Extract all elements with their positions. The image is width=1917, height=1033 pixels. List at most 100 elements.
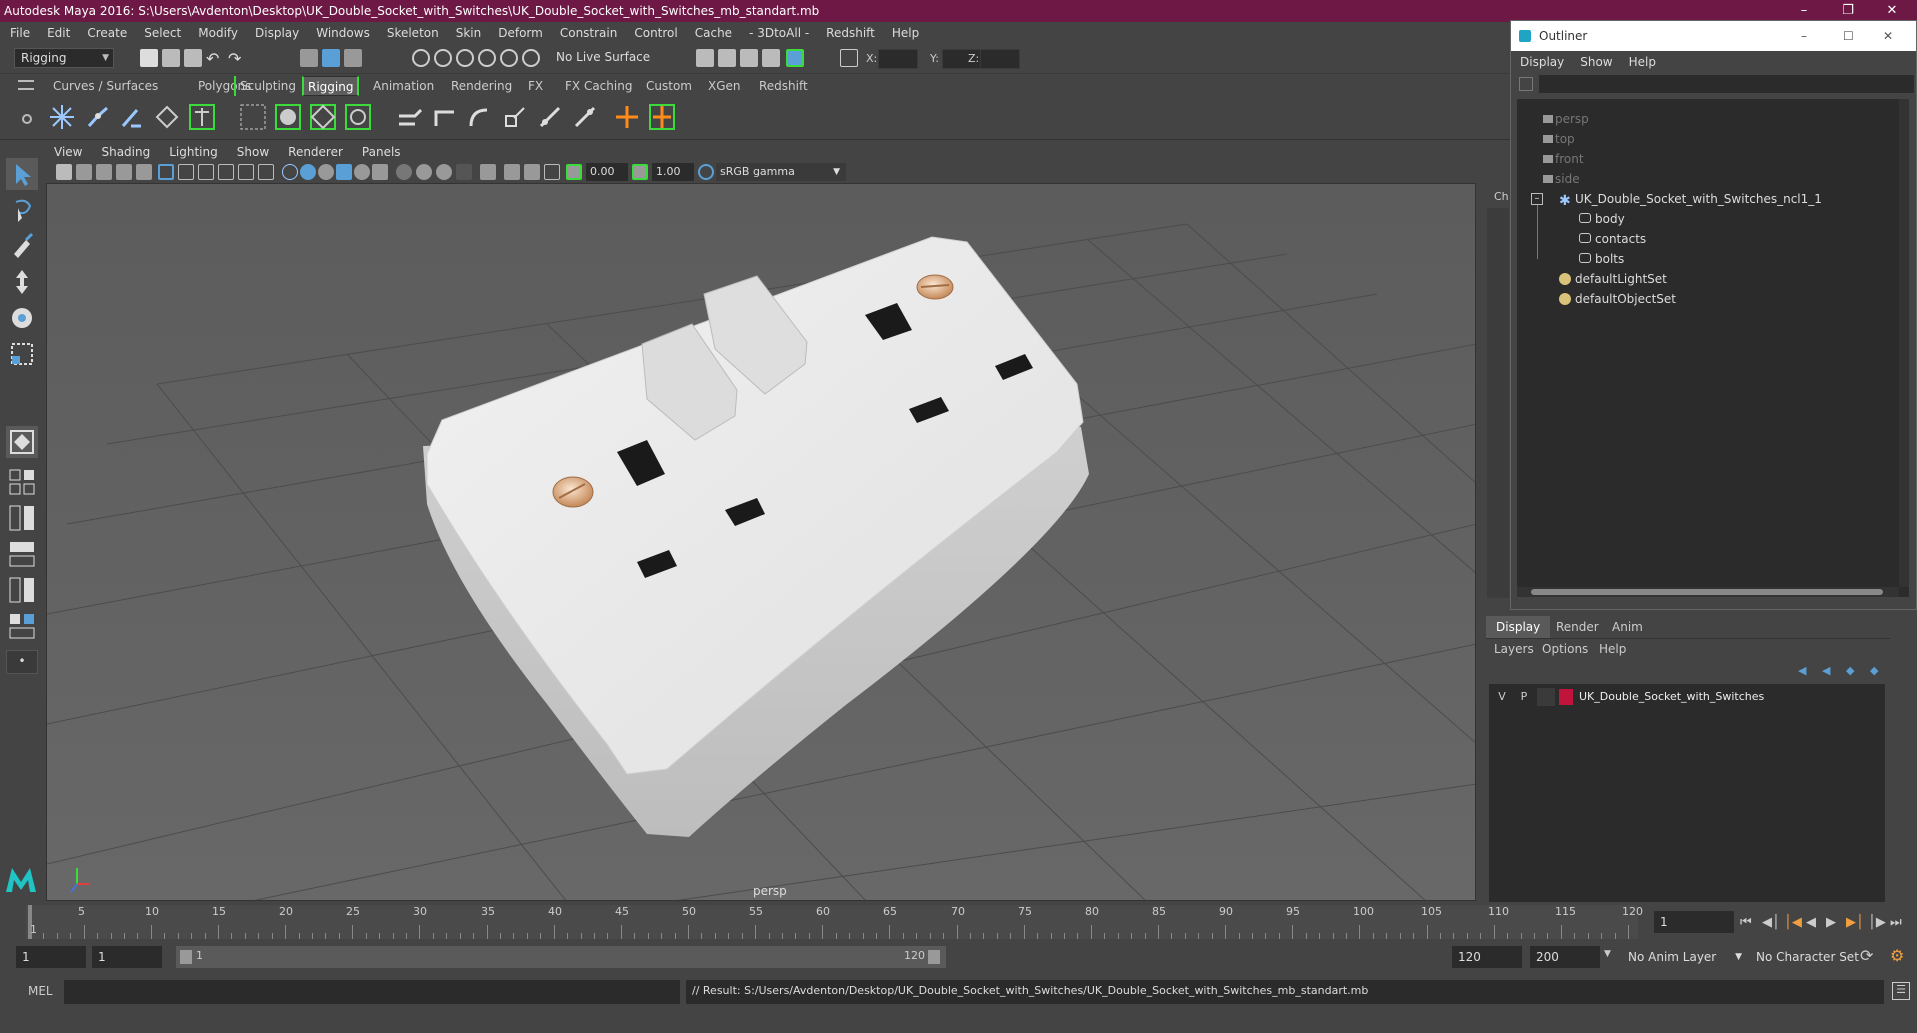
time-ticks[interactable]: 1 5 10 15 20 25 30 35 40 45 50 55 60 65 70 75 80 85 90 95 1…: [26, 905, 1643, 939]
new-scene-icon[interactable]: [140, 49, 158, 67]
move-tool-icon[interactable]: [6, 266, 38, 298]
orient-joint-icon[interactable]: [187, 102, 217, 132]
panel-menu-lighting[interactable]: Lighting: [169, 145, 218, 159]
shelf-tab-sculpting[interactable]: Sculpting: [234, 76, 296, 96]
scale-tool-icon[interactable]: [6, 338, 38, 370]
smooth-bind-icon[interactable]: [308, 102, 338, 132]
playback-start-field[interactable]: 1: [92, 946, 162, 968]
menu-skin[interactable]: Skin: [456, 26, 482, 40]
shelf-tab-fx[interactable]: FX: [528, 76, 543, 96]
menu-file[interactable]: File: [10, 26, 30, 40]
shelf-tab-animation[interactable]: Animation: [373, 76, 434, 96]
layout-persp-outliner-icon[interactable]: [6, 538, 38, 570]
layer-menu-help[interactable]: Help: [1599, 642, 1626, 656]
gate-mask-icon[interactable]: [218, 164, 234, 180]
anti-alias-icon[interactable]: [436, 164, 452, 180]
auto-key-icon[interactable]: ⟳: [1860, 946, 1873, 965]
isolate-select-icon[interactable]: [480, 164, 496, 180]
menu-windows[interactable]: Windows: [316, 26, 370, 40]
pole-vector-icon[interactable]: [570, 102, 600, 132]
paint-weights-icon[interactable]: [343, 102, 373, 132]
locator-icon[interactable]: [612, 102, 642, 132]
move-layer-up-icon[interactable]: ◀: [1798, 664, 1812, 677]
script-editor-icon[interactable]: ☰: [1892, 982, 1910, 1000]
layer-tab-anim[interactable]: Anim: [1602, 616, 1653, 638]
image-plane-icon[interactable]: [116, 164, 132, 180]
outliner-menu-display[interactable]: Display: [1520, 55, 1564, 69]
outliner-close-icon[interactable]: ✕: [1883, 21, 1893, 51]
play-forwards-icon[interactable]: ▶: [1826, 915, 1836, 930]
outliner-filter-icon[interactable]: [1519, 77, 1533, 91]
exposure-field[interactable]: 0.00: [586, 163, 628, 181]
render-view-icon[interactable]: [696, 49, 714, 67]
menu-control[interactable]: Control: [634, 26, 677, 40]
layer-menu-layers[interactable]: Layers: [1494, 642, 1534, 656]
exposure-icon[interactable]: [566, 164, 582, 180]
z-field[interactable]: [980, 49, 1020, 69]
shelf-tab-rigging[interactable]: Rigging: [302, 76, 360, 96]
camera-attributes-icon[interactable]: [76, 164, 92, 180]
close-icon[interactable]: ✕: [1870, 0, 1914, 22]
current-frame-field[interactable]: 1: [1654, 911, 1734, 933]
panel-menu-view[interactable]: View: [54, 145, 82, 159]
layer-menu-options[interactable]: Options: [1542, 642, 1588, 656]
render-current-icon[interactable]: [718, 49, 736, 67]
layer-tab-render[interactable]: Render: [1546, 616, 1609, 638]
scale-constraint-icon[interactable]: [500, 102, 530, 132]
ipr-render-icon[interactable]: [740, 49, 758, 67]
camera-select-icon[interactable]: [56, 164, 72, 180]
outliner-search-input[interactable]: [1539, 75, 1914, 93]
color-management-icon[interactable]: [698, 164, 714, 180]
menu-skeleton[interactable]: Skeleton: [387, 26, 439, 40]
layout-graph-icon[interactable]: [6, 574, 38, 606]
wireframe-on-shaded-icon[interactable]: [318, 164, 334, 180]
outliner-item-contacts[interactable]: contacts: [1579, 229, 1646, 249]
snap-curve-icon[interactable]: [434, 49, 452, 67]
smooth-shade-icon[interactable]: [300, 164, 316, 180]
step-back-key-icon[interactable]: │◀: [1784, 915, 1802, 930]
outliner-hscrollbar[interactable]: [1517, 587, 1899, 597]
select-hierarchy-icon[interactable]: [300, 49, 318, 67]
grid-toggle-icon[interactable]: [158, 164, 174, 180]
menu-3dtoall[interactable]: - 3DtoAll -: [749, 26, 809, 40]
panel-menu-renderer[interactable]: Renderer: [288, 145, 343, 159]
orient-constraint-icon[interactable]: [465, 102, 495, 132]
select-component-icon[interactable]: [344, 49, 362, 67]
hypershade-icon[interactable]: [786, 49, 804, 67]
outliner-hscroll-thumb[interactable]: [1531, 589, 1883, 595]
xray-components-icon[interactable]: [544, 164, 560, 180]
shelf-tab-curves[interactable]: Curves / Surfaces: [53, 76, 158, 96]
cluster-icon[interactable]: [647, 102, 677, 132]
redo-icon[interactable]: ↷: [228, 49, 246, 68]
animation-end-field[interactable]: 200: [1530, 946, 1600, 968]
safe-action-icon[interactable]: [258, 164, 274, 180]
layout-single-icon[interactable]: [6, 426, 38, 458]
resolution-gate-icon[interactable]: [198, 164, 214, 180]
mirror-joint-icon[interactable]: [238, 102, 268, 132]
2d-pan-zoom-icon[interactable]: [136, 164, 152, 180]
panel-menu-panels[interactable]: Panels: [362, 145, 401, 159]
menu-cache[interactable]: Cache: [695, 26, 732, 40]
range-start-handle[interactable]: [180, 950, 192, 964]
shadows-icon[interactable]: [372, 164, 388, 180]
paint-select-icon[interactable]: [6, 230, 38, 262]
layout-two-icon[interactable]: [6, 502, 38, 534]
shelf-tab-redshift[interactable]: Redshift: [759, 76, 808, 96]
layout-four-icon[interactable]: [6, 466, 38, 498]
layout-menu-icon[interactable]: •: [6, 650, 38, 674]
render-settings-icon[interactable]: [762, 49, 780, 67]
menu-create[interactable]: Create: [87, 26, 127, 40]
anim-layer-dropdown[interactable]: No Anim Layer ▼: [1622, 946, 1744, 968]
transform-lock-icon[interactable]: [840, 49, 858, 67]
insert-joint-icon[interactable]: [152, 102, 182, 132]
save-scene-icon[interactable]: [184, 49, 202, 67]
time-slider[interactable]: 1 5 10 15 20 25 30 35 40 45 50 55 60 65 70 75 80 85 90 95 1…: [0, 905, 1917, 939]
play-backwards-icon[interactable]: ◀: [1806, 915, 1816, 930]
point-constraint-icon[interactable]: [430, 102, 460, 132]
menu-help[interactable]: Help: [892, 26, 919, 40]
layer-playback-toggle[interactable]: P: [1515, 688, 1533, 706]
parent-constraint-icon[interactable]: [395, 102, 425, 132]
select-object-icon[interactable]: [322, 49, 340, 67]
open-scene-icon[interactable]: [162, 49, 180, 67]
snap-point-icon[interactable]: [456, 49, 474, 67]
